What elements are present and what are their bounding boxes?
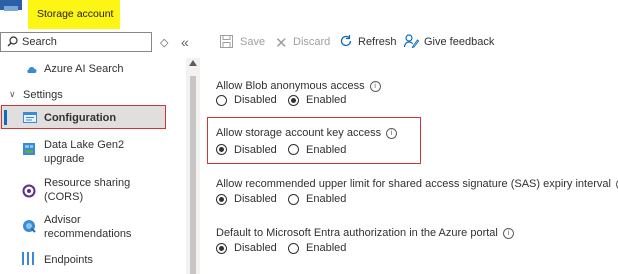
setting-label-entra-authorization: Default to Microsoft Entra authorization… <box>216 227 514 239</box>
sidebar-group-settings[interactable]: Settings <box>23 88 63 102</box>
setting-label-text: Allow recommended upper limit for shared… <box>216 178 611 190</box>
radio-key-access-disabled[interactable] <box>216 144 227 155</box>
refresh-icon <box>340 35 352 47</box>
info-icon[interactable]: i <box>502 228 514 239</box>
sidebar-item-resource-sharing-cors[interactable]: Resource sharing (CORS) <box>44 176 154 204</box>
collapse-menu-icon[interactable]: « <box>181 34 189 50</box>
save-icon <box>220 35 233 48</box>
radio-label: Disabled <box>234 193 277 205</box>
radio-entra-auth-disabled[interactable] <box>216 243 227 254</box>
search-placeholder: Search <box>22 36 57 48</box>
radio-label: Enabled <box>306 94 347 106</box>
page-title: Storage account <box>37 8 114 20</box>
setting-label-sas-expiry-limit: Allow recommended upper limit for shared… <box>216 178 618 190</box>
advisor-icon <box>23 220 36 233</box>
setting-label-text: Allow Blob anonymous access <box>216 80 365 92</box>
chevron-down-icon[interactable]: ∨ <box>9 89 16 100</box>
search-icon <box>7 36 18 47</box>
scroll-up-arrow-icon[interactable] <box>189 60 197 66</box>
app-logo-accent <box>4 6 18 11</box>
give-feedback-button[interactable]: Give feedback <box>424 36 494 48</box>
callout-box-key-access <box>207 117 421 164</box>
refresh-button[interactable]: Refresh <box>358 36 397 48</box>
sidebar-item-label: Configuration <box>44 112 117 124</box>
radio-label: Enabled <box>306 193 347 205</box>
radio-sas-expiry-enabled[interactable] <box>288 194 299 205</box>
expand-collapse-icon[interactable]: ◇ <box>160 36 168 49</box>
cloud-search-icon <box>27 66 37 73</box>
radio-label: Enabled <box>306 242 347 254</box>
sidebar-item-advisor-recommendations[interactable]: Advisor recommendations <box>44 213 154 241</box>
radio-sas-expiry-disabled[interactable] <box>216 194 227 205</box>
radio-key-access-enabled[interactable] <box>288 144 299 155</box>
selected-indicator <box>4 110 7 125</box>
sidebar-item-endpoints[interactable]: Endpoints <box>44 253 93 267</box>
info-icon[interactable]: i <box>386 128 398 139</box>
feedback-icon <box>404 34 419 48</box>
radio-blob-anonymous-disabled[interactable] <box>216 95 227 106</box>
info-icon[interactable]: i <box>369 81 381 92</box>
radio-blob-anonymous-enabled[interactable] <box>288 95 299 106</box>
sidebar-item-azure-ai-search[interactable]: Azure AI Search <box>44 62 124 76</box>
endpoints-icon <box>22 252 34 265</box>
setting-label-text: Allow storage account key access <box>216 127 382 139</box>
radio-label: Disabled <box>234 144 277 156</box>
discard-button[interactable]: Discard <box>293 36 330 48</box>
radio-label: Enabled <box>306 144 347 156</box>
data-lake-icon <box>23 143 35 155</box>
setting-label-storage-account-key-access: Allow storage account key access i <box>216 127 398 139</box>
scrollbar-thumb[interactable] <box>190 76 196 274</box>
radio-label: Disabled <box>234 242 277 254</box>
close-icon: ✕ <box>275 35 288 52</box>
setting-label-blob-anonymous-access: Allow Blob anonymous access i <box>216 80 381 92</box>
setting-label-text: Default to Microsoft Entra authorization… <box>216 227 498 239</box>
configuration-icon <box>23 112 37 123</box>
radio-label: Disabled <box>234 94 277 106</box>
sidebar-item-data-lake-gen2-upgrade[interactable]: Data Lake Gen2 upgrade <box>44 138 154 166</box>
cors-icon <box>22 184 36 198</box>
save-button[interactable]: Save <box>240 36 265 48</box>
radio-entra-auth-enabled[interactable] <box>288 243 299 254</box>
